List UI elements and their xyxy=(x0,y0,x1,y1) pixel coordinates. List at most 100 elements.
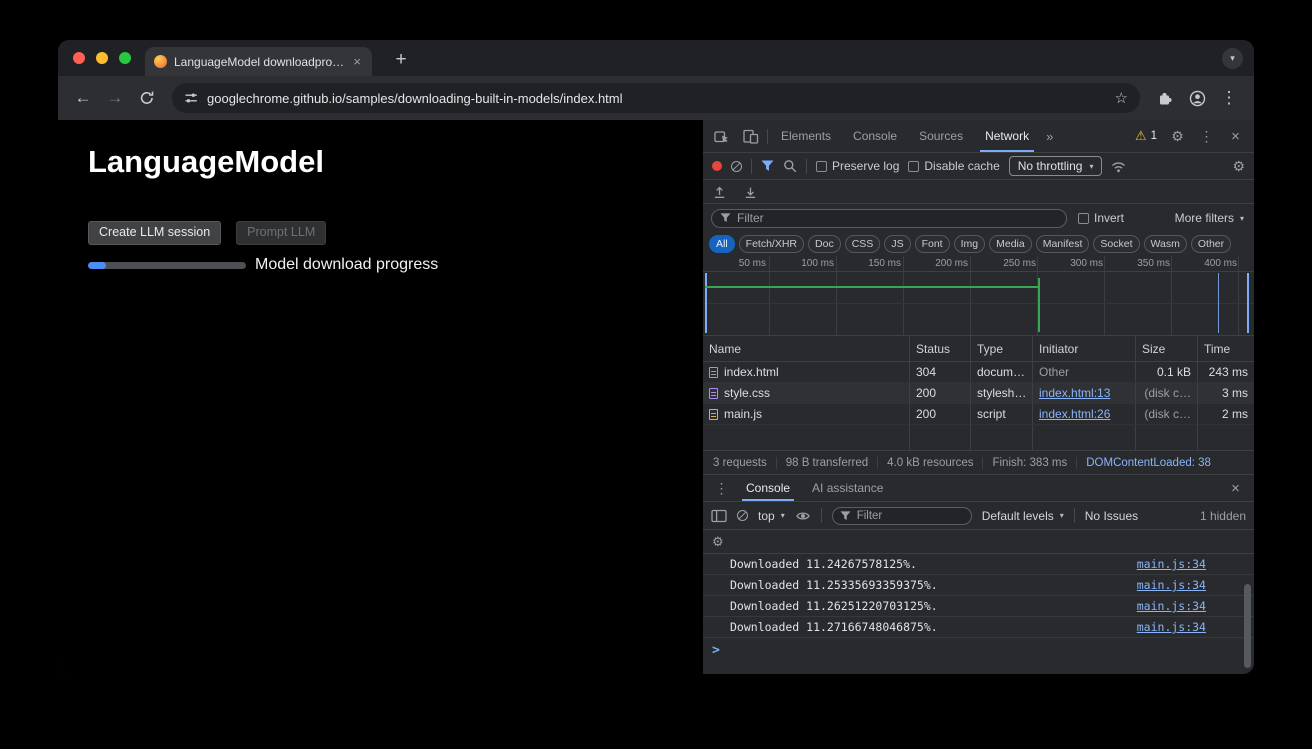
back-button[interactable]: ← xyxy=(68,83,98,113)
console-filter-box[interactable] xyxy=(832,507,972,525)
profile-button[interactable] xyxy=(1182,83,1212,113)
console-scrollbar-thumb[interactable] xyxy=(1244,584,1251,668)
network-overview-timeline[interactable]: 50 ms 100 ms 150 ms 200 ms 250 ms 300 ms… xyxy=(703,256,1254,336)
network-filter-input[interactable] xyxy=(737,211,1058,225)
filter-chip-img[interactable]: Img xyxy=(954,235,986,253)
drawer-tab-console[interactable]: Console xyxy=(736,475,800,501)
filter-icon[interactable] xyxy=(761,160,774,172)
column-header-name[interactable]: Name xyxy=(703,336,910,361)
export-har-icon[interactable] xyxy=(712,185,727,199)
bookmark-star-icon[interactable]: ☆ xyxy=(1115,89,1128,107)
search-icon[interactable] xyxy=(783,159,797,173)
devtools-tab-console[interactable]: Console xyxy=(844,120,906,152)
devtools-settings-button[interactable]: ⚙ xyxy=(1165,124,1190,149)
throttling-select[interactable]: No throttling ▾ xyxy=(1009,156,1103,176)
checkbox[interactable] xyxy=(1078,213,1089,224)
drawer-tab-ai-assistance[interactable]: AI assistance xyxy=(802,475,893,501)
preserve-log-checkbox[interactable]: Preserve log xyxy=(816,159,899,173)
network-request-row[interactable]: index.html 304 docum… Other 0.1 kB 243 m… xyxy=(703,362,1254,383)
devtools-tab-sources[interactable]: Sources xyxy=(910,120,972,152)
extensions-button[interactable] xyxy=(1150,83,1180,113)
record-network-log-button[interactable] xyxy=(712,161,722,171)
filter-chip-socket[interactable]: Socket xyxy=(1093,235,1139,253)
filter-chip-all[interactable]: All xyxy=(709,235,735,253)
log-levels-select[interactable]: Default levels ▾ xyxy=(982,509,1064,523)
invert-checkbox[interactable]: Invert xyxy=(1078,211,1124,225)
column-header-time[interactable]: Time xyxy=(1198,336,1254,361)
browser-tab[interactable]: LanguageModel downloadpro… × xyxy=(145,47,372,76)
filter-chip-font[interactable]: Font xyxy=(915,235,950,253)
har-row xyxy=(703,180,1254,204)
minimize-window-button[interactable] xyxy=(96,52,108,64)
filter-chip-media[interactable]: Media xyxy=(989,235,1032,253)
browser-menu-button[interactable]: ⋮ xyxy=(1214,83,1244,113)
network-request-row[interactable]: style.css 200 stylesh… index.html:13 (di… xyxy=(703,383,1254,404)
tab-search-button[interactable]: ▾ xyxy=(1222,48,1243,69)
console-source-link[interactable]: main.js:34 xyxy=(1137,557,1206,571)
import-har-icon[interactable] xyxy=(743,185,758,199)
chevron-down-icon: ▾ xyxy=(1240,214,1244,223)
network-filter-box[interactable] xyxy=(711,209,1067,228)
issues-status[interactable]: No Issues xyxy=(1085,509,1138,523)
hidden-messages-count[interactable]: 1 hidden xyxy=(1200,509,1246,523)
console-source-link[interactable]: main.js:34 xyxy=(1137,620,1206,634)
network-request-row[interactable]: main.js 200 script index.html:26 (disk c… xyxy=(703,404,1254,425)
disable-cache-checkbox[interactable]: Disable cache xyxy=(908,159,999,173)
filter-chip-wasm[interactable]: Wasm xyxy=(1144,235,1187,253)
devtools-close-button[interactable]: × xyxy=(1223,124,1248,149)
requests-count: 3 requests xyxy=(713,457,767,469)
new-tab-button[interactable]: + xyxy=(388,47,414,73)
console-sidebar-icon[interactable] xyxy=(711,509,727,523)
zoom-window-button[interactable] xyxy=(119,52,131,64)
timeline-marker-start xyxy=(705,273,707,333)
site-settings-icon[interactable] xyxy=(184,91,198,105)
issues-counter[interactable]: ⚠ 1 xyxy=(1131,128,1161,144)
devtools-tab-network[interactable]: Network xyxy=(976,120,1038,152)
devtools-tab-elements[interactable]: Elements xyxy=(772,120,840,152)
more-filters-button[interactable]: More filters ▾ xyxy=(1175,211,1246,225)
devtools-menu-button[interactable]: ⋮ xyxy=(1194,124,1219,149)
column-header-size[interactable]: Size xyxy=(1136,336,1198,361)
console-message-text: Downloaded 11.26251220703125%. xyxy=(730,599,938,613)
console-filter-input[interactable] xyxy=(857,510,964,522)
console-source-link[interactable]: main.js:34 xyxy=(1137,599,1206,613)
clear-console-button[interactable] xyxy=(737,510,748,521)
network-conditions-icon[interactable] xyxy=(1111,159,1126,173)
reload-button[interactable] xyxy=(132,83,162,113)
prompt-llm-button[interactable]: Prompt LLM xyxy=(236,221,326,245)
tick-label: 50 ms xyxy=(716,258,766,269)
column-header-type[interactable]: Type xyxy=(971,336,1033,361)
console-settings-button[interactable]: ⚙ xyxy=(712,535,724,548)
device-toolbar-button[interactable] xyxy=(738,124,763,149)
column-header-initiator[interactable]: Initiator xyxy=(1033,336,1136,361)
close-window-button[interactable] xyxy=(73,52,85,64)
console-drawer: ⋮ Console AI assistance × top ▾ xyxy=(703,474,1254,674)
filter-chip-manifest[interactable]: Manifest xyxy=(1036,235,1090,253)
column-header-status[interactable]: Status xyxy=(910,336,971,361)
filter-chip-js[interactable]: JS xyxy=(884,235,910,253)
drawer-close-button[interactable]: × xyxy=(1223,476,1248,501)
initiator-link[interactable]: index.html:13 xyxy=(1039,386,1110,400)
filter-chip-doc[interactable]: Doc xyxy=(808,235,841,253)
clear-network-log-button[interactable] xyxy=(731,161,742,172)
more-tabs-button[interactable]: » xyxy=(1042,129,1057,144)
network-settings-button[interactable]: ⚙ xyxy=(1232,159,1245,173)
filter-chip-css[interactable]: CSS xyxy=(845,235,881,253)
initiator-link[interactable]: index.html:26 xyxy=(1039,407,1110,421)
console-prompt[interactable]: > xyxy=(703,638,1254,662)
timeline-marker-load xyxy=(1247,273,1249,333)
tab-close-icon[interactable]: × xyxy=(351,53,363,70)
live-expression-eye-icon[interactable] xyxy=(795,509,811,523)
request-type: docum… xyxy=(971,362,1033,382)
filter-chip-other[interactable]: Other xyxy=(1191,235,1231,253)
drawer-menu-button[interactable]: ⋮ xyxy=(709,476,734,501)
checkbox[interactable] xyxy=(908,161,919,172)
checkbox[interactable] xyxy=(816,161,827,172)
execution-context-select[interactable]: top ▾ xyxy=(758,509,785,523)
forward-button[interactable]: → xyxy=(100,83,130,113)
inspect-element-button[interactable] xyxy=(709,124,734,149)
address-bar[interactable]: googlechrome.github.io/samples/downloadi… xyxy=(172,83,1140,113)
create-llm-session-button[interactable]: Create LLM session xyxy=(88,221,221,245)
filter-chip-fetch-xhr[interactable]: Fetch/XHR xyxy=(739,235,804,253)
console-source-link[interactable]: main.js:34 xyxy=(1137,578,1206,592)
